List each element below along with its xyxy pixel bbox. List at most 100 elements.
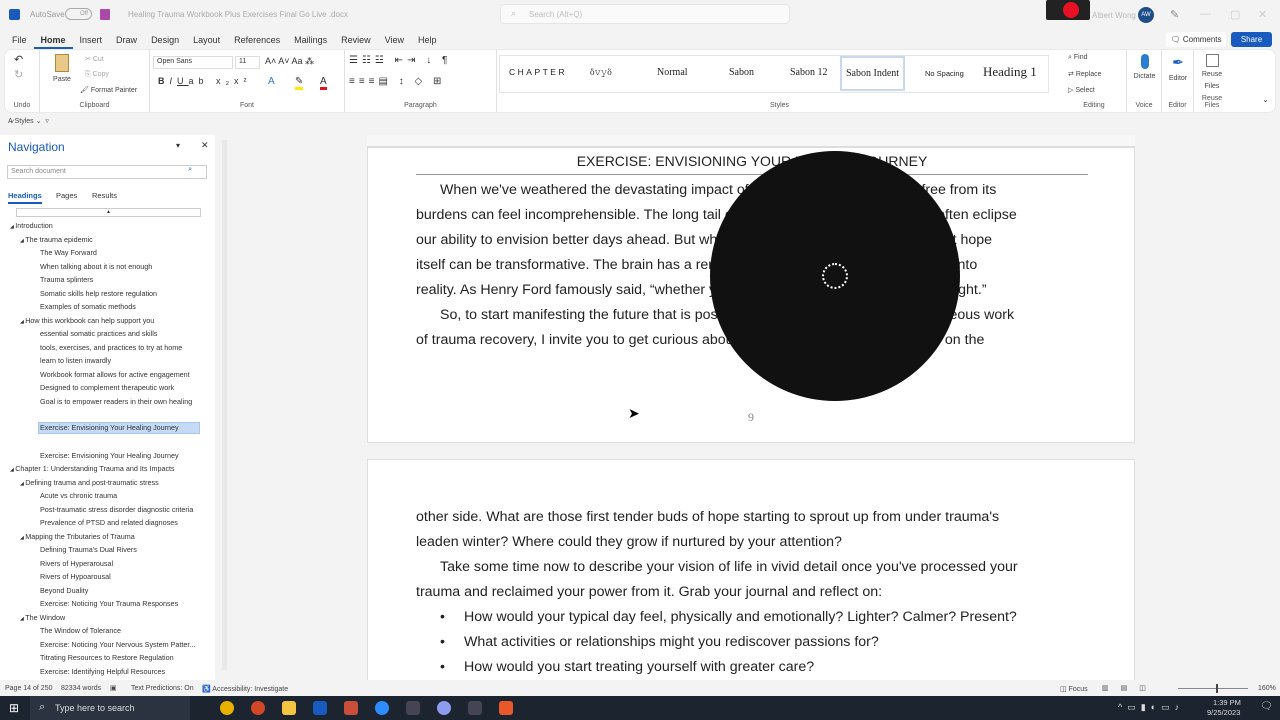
nav-heading-item[interactable]: Designed to complement therapeutic work	[40, 383, 174, 392]
cut-button[interactable]: ✂ Cut	[85, 55, 104, 63]
paragraph-line[interactable]: Take some time now to describe your visi…	[416, 555, 1088, 580]
dictate-button[interactable]: Dictate	[1127, 54, 1162, 81]
restore-button[interactable]: ▢	[1230, 8, 1240, 21]
bullet-item[interactable]: • How would you start treating yourself w…	[416, 655, 1088, 680]
highlight-icon[interactable]: ✎	[295, 76, 304, 90]
page-count[interactable]: Page 14 of 250	[5, 685, 53, 692]
document-title[interactable]: Healing Trauma Workbook Plus Exercises F…	[128, 10, 348, 19]
nav-heading-item[interactable]: essential somatic practices and skills	[40, 329, 157, 338]
windows-start-icon[interactable]: ⊞	[9, 701, 19, 715]
app-settings-icon[interactable]	[437, 701, 451, 715]
taskbar-search[interactable]: ⌕ Type here to search	[30, 696, 190, 720]
paste-button[interactable]: Paste	[50, 54, 74, 84]
nav-heading-item[interactable]: The Window of Tolerance	[40, 626, 121, 635]
accessibility-status[interactable]: ♿ Accessibility: Investigate	[202, 685, 288, 693]
nav-options-icon[interactable]: ▾	[176, 141, 180, 150]
focus-button[interactable]: ◫ Focus	[1060, 685, 1088, 693]
clock-date[interactable]: 9/25/2023	[1207, 708, 1240, 717]
list-icons[interactable]: ☰☷☳ ⇤⇥ ↓ ¶	[349, 55, 451, 66]
nav-heading-item[interactable]: Exercise: Envisioning Your Healing Journ…	[38, 421, 200, 434]
app-swirl-icon[interactable]	[406, 701, 420, 715]
nav-heading-item[interactable]: When talking about it is not enough	[40, 262, 152, 271]
nav-heading-item[interactable]: The Way Forward	[40, 248, 97, 257]
redo-icon[interactable]: ↻	[14, 68, 23, 81]
nav-heading-item[interactable]: Exercise: Noticing Your Trauma Responses	[40, 599, 178, 608]
nav-heading-item[interactable]: ◢ How this workbook can help support you	[20, 316, 154, 325]
nav-tab-results[interactable]: Results	[92, 191, 117, 200]
view-buttons[interactable]: ▥▤◫	[1102, 684, 1158, 692]
app-swirl-icon[interactable]	[468, 701, 482, 715]
file-explorer-icon[interactable]	[282, 701, 296, 715]
zoom-slider[interactable]	[1178, 684, 1248, 693]
style-normal[interactable]: Normal	[657, 67, 688, 78]
style-heading-1[interactable]: Heading 1	[983, 64, 1037, 80]
comments-button[interactable]: 🗨 Comments	[1166, 32, 1226, 47]
nav-heading-item[interactable]: Exercise: Identifying Helpful Resources	[40, 667, 165, 676]
word-icon[interactable]	[313, 701, 327, 715]
app-icon[interactable]	[344, 701, 358, 715]
copy-button[interactable]: ⎘ Copy	[85, 71, 109, 79]
recording-widget[interactable]	[1046, 0, 1090, 20]
format-painter-button[interactable]: 🖌 Format Painter	[80, 86, 137, 94]
nav-heading-item[interactable]: tools, exercises, and practices to try a…	[40, 343, 182, 352]
nav-heading-item[interactable]: ◢ The trauma epidemic	[20, 235, 93, 244]
nav-tab-headings[interactable]: Headings	[8, 191, 42, 204]
avatar[interactable]: AW	[1138, 7, 1154, 23]
grow-font-icon[interactable]: A˄ A˅ Aa ⁂	[265, 56, 314, 67]
clock-time[interactable]: 1:39 PM	[1213, 698, 1241, 707]
format-buttons[interactable]: BIUab x₂x²	[158, 76, 252, 86]
paragraph-line[interactable]: trauma and reclaimed your power from it.…	[416, 580, 1088, 605]
chrome-icon[interactable]	[220, 701, 234, 715]
nav-heading-item[interactable]: Goal is to empower readers in their own …	[40, 397, 192, 406]
tab-help[interactable]: Help	[411, 31, 444, 49]
text-effects-icon[interactable]: A	[268, 76, 275, 87]
alignment-icons[interactable]: ≡≡≡▤ ↕ ◇ ⊞	[349, 76, 445, 87]
nav-heading-item[interactable]: ◢ Mapping the Tributaries of Trauma	[20, 532, 135, 541]
bullet-item[interactable]: • What activities or relationships might …	[416, 630, 1088, 655]
system-tray-icons[interactable]: ^▭▮◐▭♪	[1118, 702, 1184, 713]
tab-design[interactable]: Design	[144, 31, 186, 49]
nav-heading-item[interactable]: Exercise: Noticing Your Nervous System P…	[40, 640, 195, 649]
nav-heading-item[interactable]: ◢ Introduction	[10, 221, 53, 230]
paragraph-line[interactable]: other side. What are those first tender …	[416, 505, 1088, 530]
font-name-dropdown[interactable]: Open Sans	[153, 56, 233, 69]
tab-draw[interactable]: Draw	[109, 31, 144, 49]
tab-references[interactable]: References	[227, 31, 287, 49]
style-decorative[interactable]: ὃ𝚟𝚢ὃ	[590, 67, 612, 78]
tab-home[interactable]: Home	[33, 31, 73, 49]
editor-button[interactable]: ✒ Editor	[1162, 54, 1194, 83]
style-sabon-indent[interactable]: Sabon Indent	[840, 56, 906, 91]
styles-pane-button[interactable]: A̷ Styles ⌄ ▿	[8, 117, 49, 125]
close-button[interactable]: ✕	[1258, 8, 1267, 21]
nav-heading-item[interactable]: ◢ Defining trauma and post-traumatic str…	[20, 478, 159, 487]
tab-mailings[interactable]: Mailings	[287, 31, 334, 49]
select-button[interactable]: ▷ Select	[1068, 86, 1095, 94]
powerpoint-icon[interactable]	[251, 701, 265, 715]
nav-heading-item[interactable]: learn to listen inwardly	[40, 356, 111, 365]
pen-icon[interactable]: ✎	[1170, 8, 1179, 21]
text-predictions[interactable]: Text Predictions: On	[131, 685, 194, 692]
nav-heading-item[interactable]: Prevalence of PTSD and related diagnoses	[40, 518, 178, 527]
bullet-item[interactable]: • How would your typical day feel, physic…	[416, 605, 1088, 630]
search-document-input[interactable]: Search document ⌕	[7, 165, 207, 179]
reuse-files-button[interactable]: Reuse Files	[1194, 54, 1230, 91]
zoom-icon[interactable]	[375, 701, 389, 715]
nav-heading-item[interactable]: Rivers of Hyperarousal	[40, 559, 113, 568]
nav-heading-item[interactable]: Post-traumatic stress disorder diagnosti…	[40, 505, 193, 514]
proofing-icon[interactable]: ▣	[110, 684, 117, 692]
nav-heading-item[interactable]: Rivers of Hypoarousal	[40, 572, 111, 581]
style-sabon-12[interactable]: Sabon 12	[790, 67, 828, 78]
tab-review[interactable]: Review	[334, 31, 378, 49]
nav-heading-item[interactable]: ◢ The Window	[20, 613, 65, 622]
font-size-dropdown[interactable]: 11	[235, 56, 260, 69]
find-button[interactable]: ⌕ Find	[1068, 54, 1088, 62]
zoom-thumb[interactable]	[1216, 684, 1218, 693]
nav-heading-item[interactable]: Beyond Duality	[40, 586, 88, 595]
nav-heading-item[interactable]: Trauma splinters	[40, 275, 93, 284]
tab-file[interactable]: File	[0, 31, 34, 49]
notifications-icon[interactable]: 🗨	[1260, 701, 1273, 712]
collapse-ribbon-icon[interactable]: ⌄	[1262, 95, 1269, 104]
share-button[interactable]: Share	[1231, 32, 1272, 47]
nav-heading-item[interactable]: Acute vs chronic trauma	[40, 491, 117, 500]
minimize-button[interactable]: —	[1200, 8, 1211, 20]
